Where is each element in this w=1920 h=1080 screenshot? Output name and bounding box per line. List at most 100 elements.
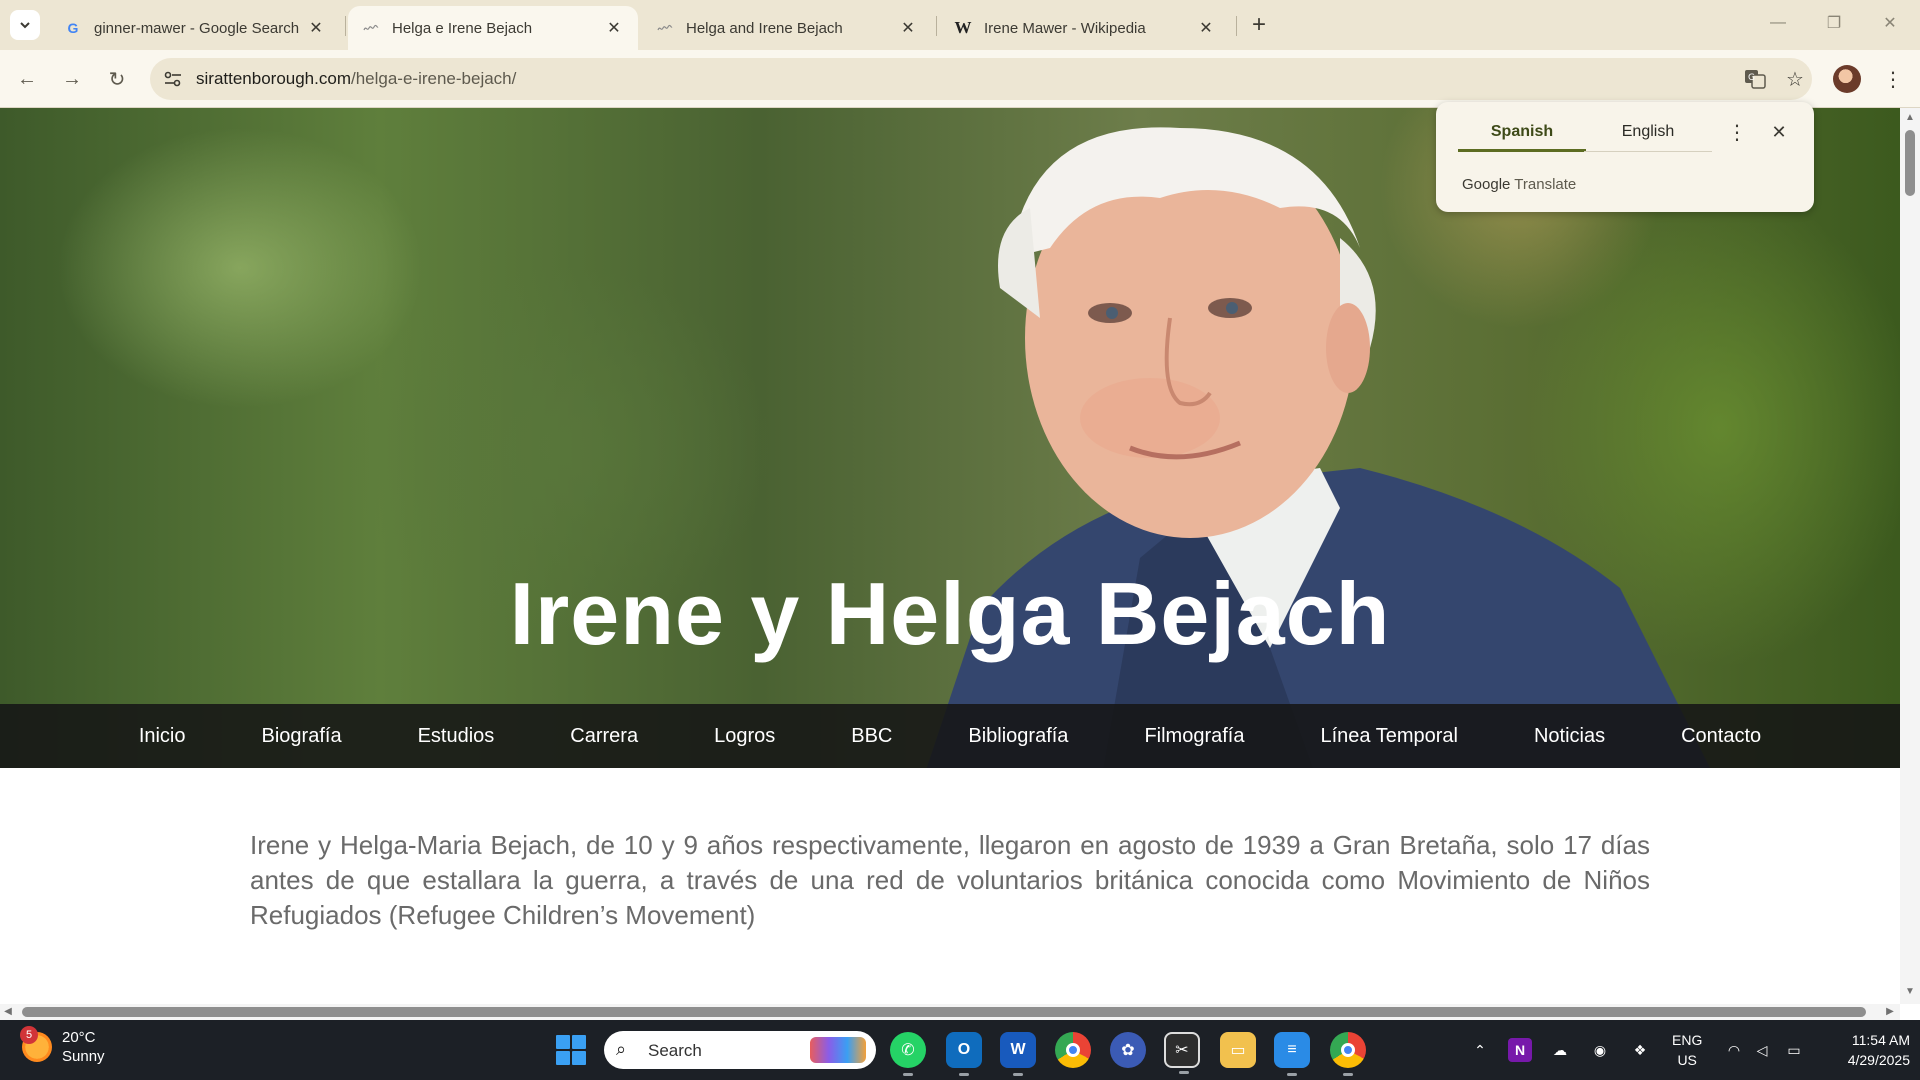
tab-helga-and-irene-bejach[interactable]: Helga and Irene Bejach ✕ [642,6,932,50]
weather-condition: Sunny [62,1048,105,1065]
cloud-icon[interactable]: ☁ [1548,1038,1572,1062]
site-info-icon[interactable] [162,68,184,90]
tab-divider [1236,16,1237,36]
outlook-icon[interactable]: O [946,1032,982,1076]
nav-item-bibliografia[interactable]: Bibliografía [930,704,1106,768]
onenote-icon[interactable]: N [1508,1038,1532,1062]
app-icon[interactable]: ✿ [1110,1032,1146,1068]
nav-item-carrera[interactable]: Carrera [532,704,676,768]
url-text[interactable]: sirattenborough.com/helga-e-irene-bejach… [196,69,516,89]
word-icon[interactable]: W [1000,1032,1036,1076]
file-explorer-icon[interactable]: ▭ [1220,1032,1256,1068]
restore-icon: ❐ [1826,15,1842,32]
nav-item-bbc[interactable]: BBC [813,704,930,768]
windows-logo-icon [572,1051,586,1065]
whatsapp-icon[interactable]: ✆ [890,1032,926,1076]
tab-irene-mawer-wikipedia[interactable]: W Irene Mawer - Wikipedia ✕ [940,6,1230,50]
forward-button[interactable]: → [55,62,89,96]
scroll-down-icon[interactable]: ▼ [1904,986,1916,998]
tab-search-button[interactable] [10,10,40,40]
brand-google: Google [1462,176,1511,193]
translate-page-button[interactable]: G [1742,67,1768,91]
weather-widget[interactable]: 5 20°C Sunny [20,1026,105,1066]
system-clock[interactable]: 11:54 AM 4/29/2025 [1820,1030,1910,1070]
browser-menu-button[interactable]: ⋮ [1880,64,1906,94]
start-button[interactable] [556,1035,586,1065]
reload-button[interactable]: ↻ [100,62,134,96]
search-icon: ⌕ [616,1039,627,1059]
url-path: /helga-e-irene-bejach/ [350,69,517,88]
network-shield-icon[interactable]: ◉ [1588,1038,1612,1062]
outlook-letter: O [957,1041,971,1058]
tab-target-language[interactable]: English [1584,118,1712,152]
close-icon[interactable]: ✕ [1196,18,1216,38]
running-indicator [903,1073,913,1076]
battery-icon[interactable]: ▭ [1782,1038,1806,1062]
onenote-letter: N [1514,1042,1526,1058]
close-icon[interactable]: ✕ [306,18,326,38]
horizontal-scroll-thumb[interactable] [22,1007,1866,1017]
close-icon: ✕ [1771,121,1787,142]
tab-helga-e-irene-bejach[interactable]: Helga e Irene Bejach ✕ [348,6,638,50]
chrome-profile-icon[interactable] [1330,1032,1366,1076]
close-icon[interactable]: ✕ [604,18,624,38]
arrow-left-icon: ← [17,67,37,90]
clock-time: 11:54 AM [1851,1032,1910,1048]
minimize-button[interactable]: — [1758,8,1798,38]
horizontal-scrollbar[interactable]: ◀ ▶ [0,1004,1900,1020]
scroll-up-icon[interactable]: ▲ [1904,112,1916,124]
nav-item-contacto[interactable]: Contacto [1643,704,1799,768]
plus-icon: + [1251,11,1266,38]
nav-item-biografia[interactable]: Biografía [224,704,380,768]
nav-item-linea-temporal[interactable]: Línea Temporal [1282,704,1496,768]
new-tab-button[interactable]: + [1244,10,1274,40]
back-button[interactable]: ← [10,62,44,96]
language-indicator[interactable]: ENG US [1672,1030,1702,1070]
star-icon: ☆ [1786,68,1804,91]
close-icon[interactable]: ✕ [898,18,918,38]
bookmark-button[interactable]: ☆ [1782,67,1808,91]
translate-close-button[interactable]: ✕ [1766,118,1792,146]
address-bar[interactable]: sirattenborough.com/helga-e-irene-bejach… [150,58,1812,100]
running-indicator [959,1073,969,1076]
search-highlight-icon [810,1037,866,1063]
site-favicon-icon [362,19,380,37]
svg-text:G: G [1748,73,1755,83]
tab-source-language[interactable]: Spanish [1458,118,1586,152]
notification-badge: 5 [20,1026,38,1044]
notepad-icon[interactable]: ≡ [1274,1032,1310,1076]
nav-item-inicio[interactable]: Inicio [101,704,224,768]
translate-options-button[interactable]: ⋮ [1724,118,1750,146]
nav-item-filmografia[interactable]: Filmografía [1106,704,1282,768]
volume-icon[interactable]: ◁ [1750,1038,1774,1062]
wifi-icon[interactable]: ◠ [1722,1038,1746,1062]
close-window-button[interactable]: ✕ [1870,8,1910,38]
snipping-icon[interactable]: ✂ [1164,1032,1200,1074]
chevron-up-icon[interactable]: ⌃ [1468,1038,1492,1062]
google-translate-brand: Google Translate [1462,176,1576,193]
vertical-scrollbar[interactable]: ▲ ▼ [1900,108,1920,1004]
dropbox-icon[interactable]: ❖ [1628,1038,1652,1062]
page-viewport: Irene y Helga Bejach Inicio Biografía Es… [0,108,1900,1004]
restore-button[interactable]: ❐ [1814,8,1854,38]
taskbar-search[interactable]: ⌕ Search [604,1031,876,1069]
page-title: Irene y Helga Bejach [509,564,1391,663]
language-line2: US [1677,1052,1697,1068]
translate-popup: Spanish English ⋮ ✕ Google Translate [1436,102,1814,212]
windows-logo-icon [572,1035,586,1049]
nav-item-estudios[interactable]: Estudios [380,704,533,768]
profile-avatar[interactable] [1833,65,1861,93]
chrome-icon[interactable] [1055,1032,1091,1068]
search-label: Search [648,1041,702,1060]
scroll-left-icon[interactable]: ◀ [2,1006,14,1018]
vertical-scroll-thumb[interactable] [1905,130,1915,196]
browser-toolbar: ← → ↻ sirattenborough.com/helga-e-irene-… [0,50,1920,108]
nav-item-logros[interactable]: Logros [676,704,813,768]
tab-title: Helga and Irene Bejach [686,19,843,37]
scroll-right-icon[interactable]: ▶ [1884,1006,1896,1018]
tab-google-search[interactable]: G ginner-mawer - Google Search ✕ [50,6,340,50]
google-g-icon: G [67,20,79,36]
nav-item-noticias[interactable]: Noticias [1496,704,1643,768]
intro-paragraph: Irene y Helga-Maria Bejach, de 10 y 9 añ… [250,830,1650,930]
word-letter: W [1010,1041,1026,1058]
